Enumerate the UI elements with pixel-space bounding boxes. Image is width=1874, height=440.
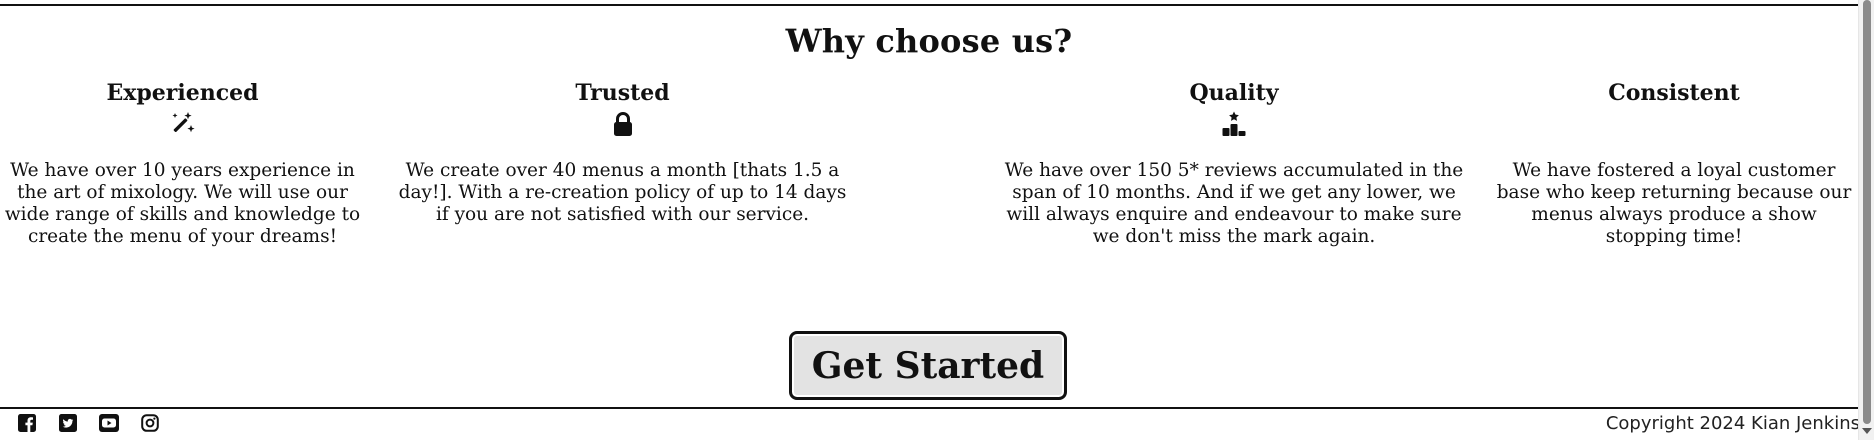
feature-description: We create over 40 menus a month [thats 1… xyxy=(398,160,847,225)
facebook-icon xyxy=(18,414,36,432)
feature-title: Experienced xyxy=(106,80,259,106)
scroll-down-arrow-icon[interactable] xyxy=(1862,428,1872,434)
empty-icon-slot xyxy=(1660,110,1688,138)
feature-description: We have over 150 5* reviews accumulated … xyxy=(1004,160,1464,247)
section-title: Why choose us? xyxy=(785,22,1073,60)
vertical-scrollbar[interactable] xyxy=(1858,0,1874,440)
social-links xyxy=(16,412,161,434)
feature-description: We have fostered a loyal customer base w… xyxy=(1496,160,1852,247)
scrollbar-thumb[interactable] xyxy=(1863,0,1871,424)
youtube-link[interactable] xyxy=(98,412,120,434)
feature-experienced: Experienced We have over 10 years experi… xyxy=(4,78,361,248)
facebook-link[interactable] xyxy=(16,412,38,434)
youtube-icon xyxy=(99,414,119,432)
copyright-text: Copyright 2024 Kian Jenkins xyxy=(1605,413,1860,434)
feature-consistent: Consistent We have fostered a loyal cust… xyxy=(1495,78,1853,248)
feature-title: Quality xyxy=(1189,80,1279,106)
feature-trusted: Trusted We create over 40 menus a month … xyxy=(390,78,855,226)
feature-title: Trusted xyxy=(575,80,670,106)
magic-wand-sparkles-icon xyxy=(169,110,197,138)
lock-icon xyxy=(609,110,637,138)
page: Why choose us? Experienced We have over … xyxy=(0,0,1874,440)
ranking-star-icon xyxy=(1220,110,1248,138)
instagram-link[interactable] xyxy=(139,412,161,434)
get-started-button[interactable]: Get Started xyxy=(789,331,1067,400)
feature-description: We have over 10 years experience in the … xyxy=(4,160,361,247)
footer-divider xyxy=(0,407,1858,409)
twitter-link[interactable] xyxy=(57,412,79,434)
top-divider xyxy=(0,4,1858,6)
feature-quality: Quality We have over 150 5* reviews accu… xyxy=(998,78,1470,248)
twitter-icon xyxy=(59,414,77,432)
instagram-icon xyxy=(141,414,159,432)
feature-title: Consistent xyxy=(1608,80,1740,106)
